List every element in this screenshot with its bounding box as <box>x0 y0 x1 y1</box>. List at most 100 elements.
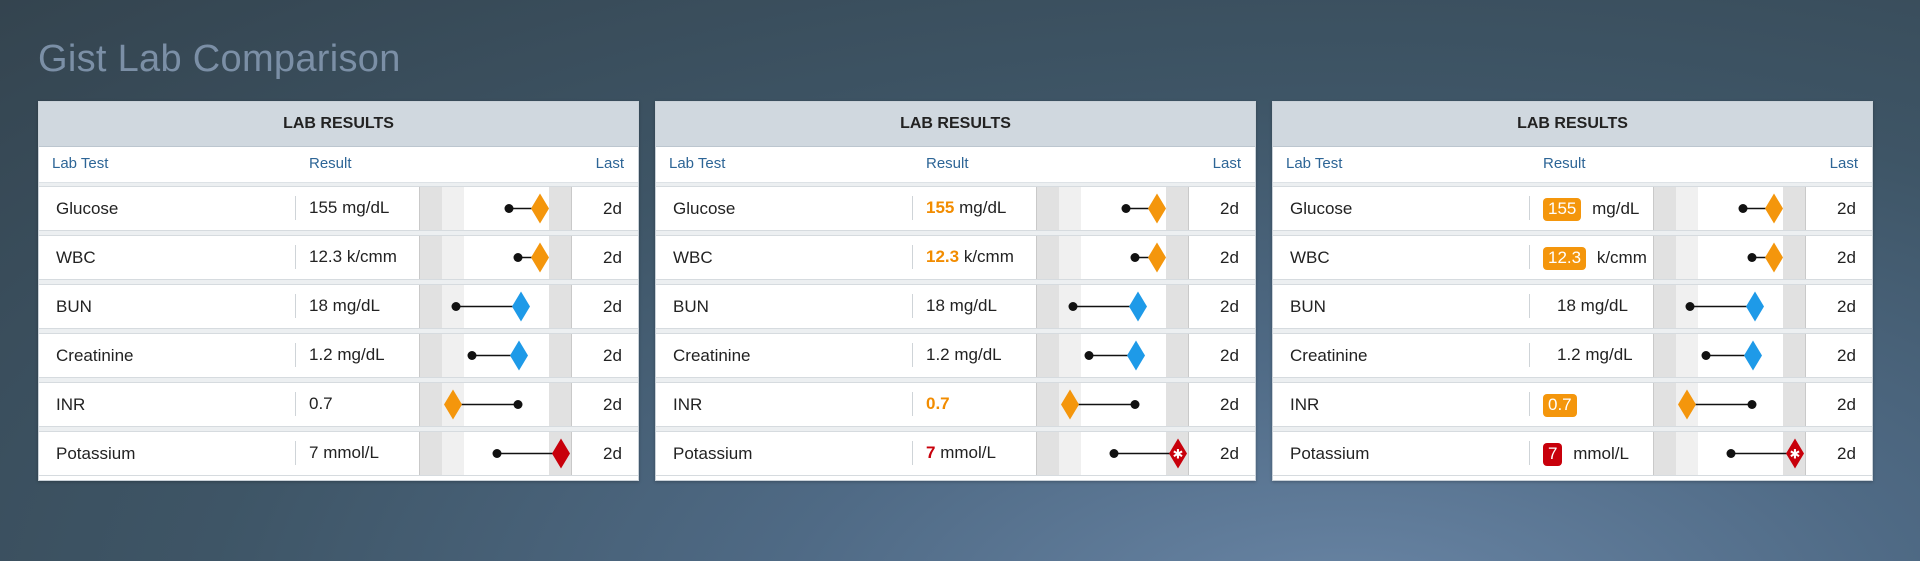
result-unit: mg/dL <box>949 296 997 315</box>
orange-diamond-icon <box>1765 242 1783 273</box>
sparkline-svg <box>1084 340 1145 371</box>
trend-sparkline[interactable] <box>1036 187 1189 230</box>
trend-sparkline[interactable] <box>1653 236 1806 279</box>
previous-value-dot <box>513 253 523 262</box>
last-updated: 2d <box>603 199 622 218</box>
trend-sparkline[interactable] <box>1653 334 1806 377</box>
last-updated: 2d <box>1837 248 1856 267</box>
lab-row-creatinine[interactable]: Creatinine 1.2 mg/dL 2d <box>39 333 638 378</box>
last-updated: 2d <box>1837 199 1856 218</box>
orange-diamond-icon <box>531 193 549 224</box>
lab-results-panel-2: LAB RESULTS Lab Test Result Last Glucose… <box>655 101 1256 481</box>
critical-star-icon: ✱ <box>1173 448 1184 463</box>
result-value: 18 <box>1557 296 1576 315</box>
trend-sparkline[interactable] <box>1036 285 1189 328</box>
last-updated: 2d <box>603 297 622 316</box>
result-unit: mg/dL <box>337 345 385 364</box>
lab-row-wbc[interactable]: WBC 12.3 k/cmm 2d <box>1273 235 1872 280</box>
lab-result: 1.2 mg/dL <box>1543 345 1633 365</box>
lab-result: 12.3 k/cmm <box>309 247 397 267</box>
trend-sparkline[interactable]: ✱ <box>1036 432 1189 475</box>
trend-sparkline[interactable] <box>419 187 572 230</box>
column-header-lab-test[interactable]: Lab Test <box>52 155 108 172</box>
lab-row-wbc[interactable]: WBC 12.3 k/cmm 2d <box>39 235 638 280</box>
trend-sparkline[interactable] <box>419 383 572 426</box>
lab-row-potassium[interactable]: Potassium 7 mmol/L ✱ 2d <box>656 431 1255 476</box>
last-updated: 2d <box>603 346 622 365</box>
panel-header: LAB RESULTS <box>1273 102 1872 147</box>
last-updated: 2d <box>1837 346 1856 365</box>
lab-result: 0.7 <box>1543 394 1583 417</box>
lab-test-name: Glucose <box>1290 199 1353 218</box>
trend-sparkline[interactable] <box>419 334 572 377</box>
lab-row-bun[interactable]: BUN 18 mg/dL 2d <box>39 284 638 329</box>
orange-diamond-icon <box>1061 389 1079 420</box>
column-header-result[interactable]: Result <box>1543 155 1586 172</box>
orange-diamond-icon <box>444 389 462 420</box>
trend-sparkline[interactable] <box>419 432 572 475</box>
result-unit: mg/dL <box>1585 345 1633 364</box>
column-header-result[interactable]: Result <box>926 155 969 172</box>
last-updated: 2d <box>1220 297 1239 316</box>
lab-row-wbc[interactable]: WBC 12.3 k/cmm 2d <box>656 235 1255 280</box>
result-unit: mmol/L <box>323 443 379 462</box>
column-headers: Lab Test Result Last <box>656 147 1255 183</box>
trend-sparkline[interactable] <box>1036 236 1189 279</box>
result-value: 18 <box>309 296 328 315</box>
last-updated: 2d <box>1220 199 1239 218</box>
lab-row-glucose[interactable]: Glucose 155 mg/dL 2d <box>656 186 1255 231</box>
trend-sparkline[interactable] <box>1036 334 1189 377</box>
lab-row-glucose[interactable]: Glucose 155 mg/dL 2d <box>39 186 638 231</box>
column-divider <box>295 441 296 465</box>
trend-sparkline[interactable] <box>1653 383 1806 426</box>
lab-test-name: Creatinine <box>673 346 751 365</box>
trend-sparkline[interactable]: ✱ <box>1653 432 1806 475</box>
result-value: 0.7 <box>926 394 950 413</box>
sparkline-svg <box>451 291 530 322</box>
column-header-lab-test[interactable]: Lab Test <box>669 155 725 172</box>
result-value: 155 <box>309 198 338 217</box>
lab-row-inr[interactable]: INR 0.7 2d <box>1273 382 1872 427</box>
lab-row-glucose[interactable]: Glucose 155 mg/dL 2d <box>1273 186 1872 231</box>
lab-row-potassium[interactable]: Potassium 7 mmol/L ✱ 2d <box>1273 431 1872 476</box>
lab-row-bun[interactable]: BUN 18 mg/dL 2d <box>1273 284 1872 329</box>
column-header-last[interactable]: Last <box>596 155 624 172</box>
lab-rows: Glucose 155 mg/dL 2d WBC 12.3 k/cmm 2d B <box>656 183 1255 476</box>
trend-sparkline[interactable] <box>419 236 572 279</box>
last-updated: 2d <box>1837 297 1856 316</box>
lab-row-bun[interactable]: BUN 18 mg/dL 2d <box>656 284 1255 329</box>
previous-value-dot <box>492 449 502 458</box>
panels-container: LAB RESULTS Lab Test Result Last Glucose… <box>38 101 1873 481</box>
sparkline-svg <box>1061 389 1140 420</box>
previous-value-dot <box>1685 302 1695 311</box>
trend-sparkline[interactable] <box>1653 285 1806 328</box>
column-divider <box>912 294 913 318</box>
last-updated: 2d <box>1220 444 1239 463</box>
column-header-last[interactable]: Last <box>1213 155 1241 172</box>
sparkline-svg <box>492 438 570 469</box>
lab-row-inr[interactable]: INR 0.7 2d <box>39 382 638 427</box>
sparkline-svg <box>513 242 549 273</box>
column-headers: Lab Test Result Last <box>1273 147 1872 183</box>
blue-diamond-icon <box>1129 291 1147 322</box>
sparkline-svg: ✱ <box>1726 438 1804 469</box>
trend-sparkline[interactable] <box>419 285 572 328</box>
lab-row-creatinine[interactable]: Creatinine 1.2 mg/dL 2d <box>656 333 1255 378</box>
lab-row-inr[interactable]: INR 0.7 2d <box>656 382 1255 427</box>
column-divider <box>295 245 296 269</box>
orange-diamond-icon <box>531 242 549 273</box>
previous-value-dot <box>1130 253 1140 262</box>
lab-row-potassium[interactable]: Potassium 7 mmol/L 2d <box>39 431 638 476</box>
column-header-last[interactable]: Last <box>1830 155 1858 172</box>
lab-test-name: INR <box>673 395 703 414</box>
trend-sparkline[interactable] <box>1653 187 1806 230</box>
column-header-result[interactable]: Result <box>309 155 352 172</box>
trend-sparkline[interactable] <box>1036 383 1189 426</box>
result-value-badge: 12.3 <box>1543 247 1587 270</box>
last-updated: 2d <box>603 444 622 463</box>
lab-result: 155 mg/dL <box>926 198 1006 218</box>
column-header-lab-test[interactable]: Lab Test <box>1286 155 1342 172</box>
result-value: 7 <box>926 443 936 462</box>
lab-row-creatinine[interactable]: Creatinine 1.2 mg/dL 2d <box>1273 333 1872 378</box>
sparkline-svg <box>1678 389 1757 420</box>
